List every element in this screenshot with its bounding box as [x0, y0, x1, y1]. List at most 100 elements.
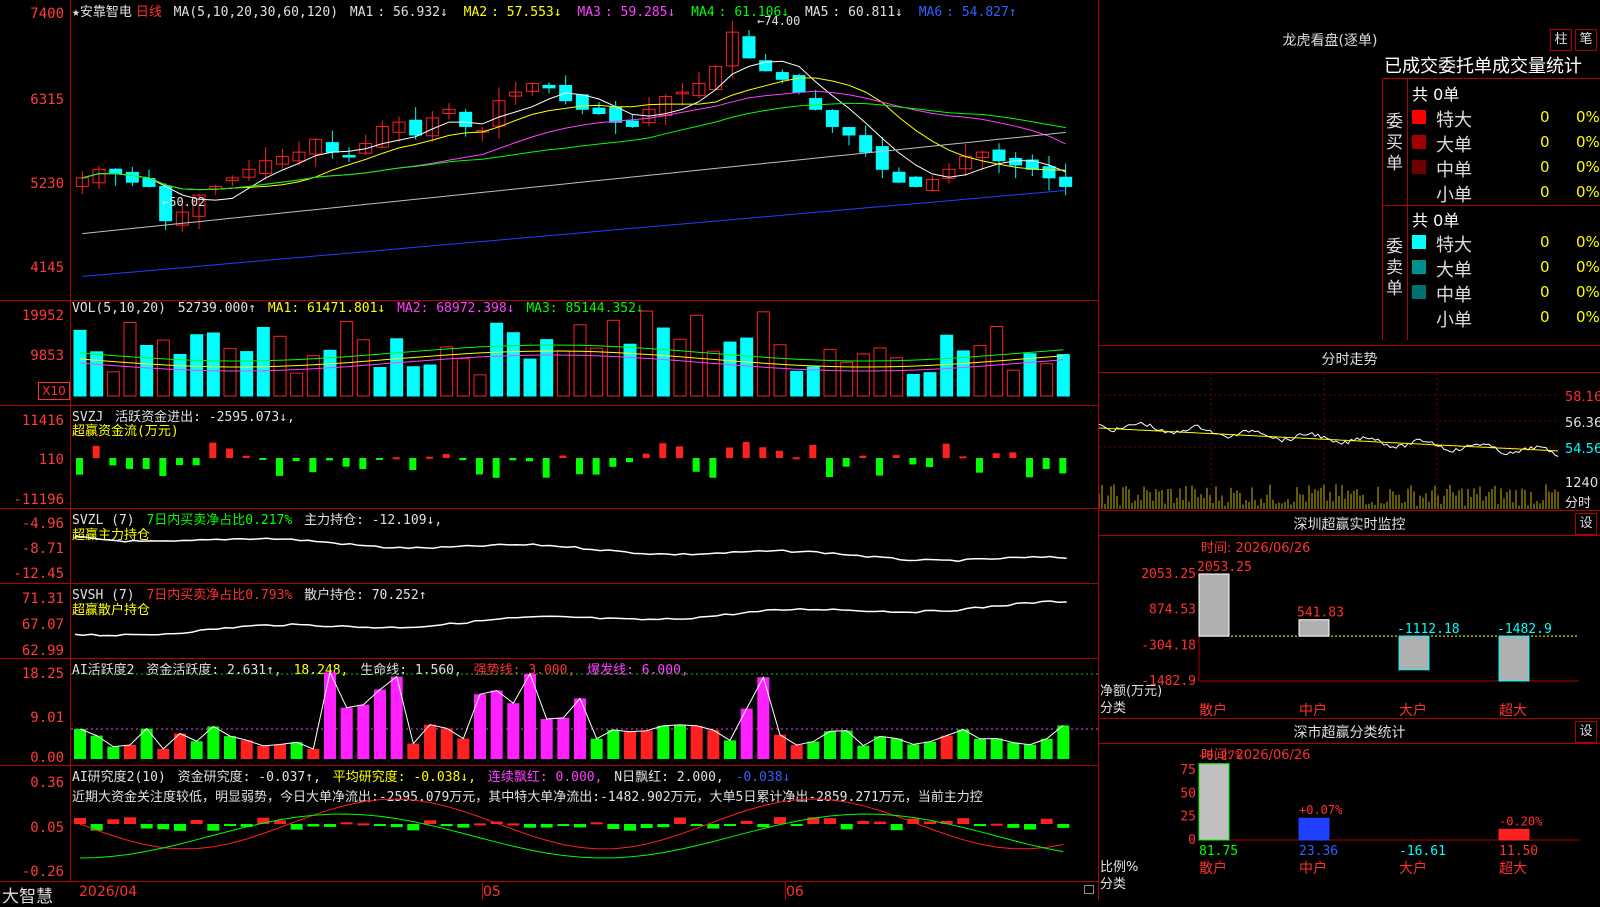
- vol-ma3-line: [79, 344, 1064, 362]
- stats-title: 已成交委托单成交量统计: [1384, 56, 1582, 77]
- lock-icon[interactable]: [1084, 885, 1094, 894]
- volume-bar: [773, 344, 787, 397]
- volume-bar: [206, 332, 220, 397]
- vol-ma2-line: [79, 354, 1064, 372]
- volume-bar: [790, 370, 804, 397]
- candle-body: [609, 106, 623, 123]
- flow-bar: [659, 443, 667, 458]
- flow-bar: [576, 458, 583, 475]
- candle-body: [575, 94, 589, 110]
- monitor-title: 深圳超赢实时监控: [1293, 517, 1406, 533]
- flow-bar: [259, 458, 267, 460]
- candlestick-chart[interactable]: [71, 0, 1098, 300]
- candle-body: [742, 36, 756, 59]
- research-bar: [1007, 824, 1020, 828]
- class-y-tick: 50: [1180, 786, 1196, 801]
- activity-bar: [1007, 742, 1020, 759]
- research-bar: [307, 824, 320, 827]
- svzl-chart: [74, 535, 1067, 563]
- flow-bar: [742, 441, 750, 458]
- order-type-label: 特大: [1436, 235, 1472, 256]
- volume-bar: [240, 351, 254, 397]
- bar-mode-button[interactable]: 柱: [1550, 29, 1572, 51]
- candle-body: [892, 171, 906, 183]
- research-bar: [690, 824, 703, 826]
- y-tick: 67.07: [21, 617, 64, 633]
- research-bar: [407, 824, 420, 831]
- research-bar: [374, 824, 386, 826]
- activity-bar: [624, 731, 636, 759]
- candle-body: [909, 176, 923, 187]
- monitor-settings-button[interactable]: 设: [1575, 513, 1597, 535]
- volume-bar: [106, 371, 120, 397]
- y-tick: 4145: [30, 260, 64, 276]
- legend-swatch: [1412, 260, 1426, 274]
- activity-bar: [124, 744, 136, 759]
- activity-bar: [724, 740, 736, 759]
- activity-bar: [1040, 738, 1053, 759]
- activity-bar: [924, 741, 936, 759]
- candle-body: [125, 171, 139, 183]
- flow-bar: [926, 458, 933, 468]
- ai-research-chart: [74, 798, 1070, 859]
- flow-bar: [192, 458, 200, 466]
- activity-bar: [590, 738, 603, 759]
- unit-badge[interactable]: X10: [38, 382, 70, 400]
- research-bar: [540, 824, 553, 828]
- research-bar: [774, 817, 786, 824]
- flow-bar: [409, 458, 417, 471]
- volume-bar: [290, 372, 304, 397]
- activity-bar: [257, 745, 270, 759]
- ma3-line: [82, 90, 1066, 191]
- order-count: 0: [1540, 283, 1550, 301]
- y-tick: 110: [38, 452, 64, 468]
- research-bar: [524, 824, 536, 828]
- category-label: 超大: [1499, 861, 1527, 877]
- intraday-vol: 1240: [1565, 476, 1599, 491]
- flow-bar: [509, 458, 517, 461]
- activity-bar: [874, 736, 886, 759]
- volume-bar: [390, 338, 404, 397]
- legend-swatch: [1412, 135, 1426, 149]
- research-bar: [990, 823, 1003, 826]
- flow-bar: [709, 458, 717, 478]
- monitor-bar-chart: 2053.25 874.53 -304.18 -1482.9 2053.25 散户 541.…: [1141, 560, 1579, 718]
- flow-bar: [109, 458, 117, 466]
- intraday-chart[interactable]: [1099, 373, 1600, 509]
- volume-bar: [540, 339, 554, 397]
- candle-body: [859, 135, 873, 153]
- y-tick: 11416: [21, 413, 64, 429]
- research-bar: [1057, 824, 1070, 828]
- candle-body: [409, 119, 423, 136]
- y-tick: -0.26: [21, 864, 64, 880]
- category-label: 散户: [1199, 702, 1227, 718]
- flow-bar: [609, 458, 617, 467]
- divider: [1382, 205, 1600, 206]
- research-bar: [107, 819, 120, 824]
- buy-label: 委买单: [1386, 112, 1403, 174]
- flow-bar: [242, 455, 250, 458]
- candle-body: [992, 149, 1006, 162]
- candle-body: [109, 168, 123, 175]
- research-bar: [207, 824, 220, 831]
- volume-bar: [356, 339, 370, 397]
- volume-bar: [606, 319, 620, 397]
- ma6-line: [82, 190, 1066, 277]
- research-bar: [607, 824, 620, 830]
- flow-bar: [642, 453, 650, 458]
- activity-bar: [157, 748, 170, 759]
- legend-swatch: [1412, 235, 1426, 249]
- monitor-value-label: -1112.18: [1397, 622, 1460, 637]
- flow-bar: [159, 458, 167, 476]
- activity-bar: [474, 694, 486, 759]
- pen-mode-button[interactable]: 笔: [1575, 29, 1597, 51]
- class-settings-button[interactable]: 设: [1575, 721, 1597, 743]
- flow-bar: [376, 458, 383, 460]
- intraday-tick: 58.16: [1565, 390, 1600, 405]
- class-y-tick: 25: [1180, 810, 1196, 825]
- volume-bar: [523, 358, 537, 397]
- flow-bar: [1026, 458, 1033, 478]
- volume-bar: [90, 351, 104, 397]
- activity-bar: [1057, 725, 1070, 759]
- flow-bar: [326, 458, 333, 461]
